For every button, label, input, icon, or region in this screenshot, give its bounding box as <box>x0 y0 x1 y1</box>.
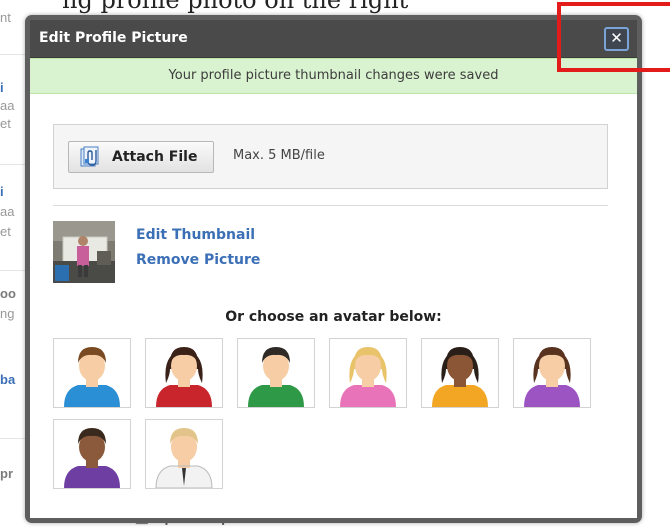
success-message: Your profile picture thumbnail changes w… <box>30 58 637 94</box>
avatar-woman-red-shirt[interactable] <box>145 338 223 408</box>
background-fragment: ng <box>0 306 15 321</box>
close-button-highlight <box>557 2 670 72</box>
avatar-man-purple-shirt[interactable] <box>53 419 131 489</box>
avatar-man-green-shirt[interactable] <box>237 338 315 408</box>
person-icon <box>432 347 488 407</box>
person-icon <box>64 347 120 407</box>
remove-picture-link[interactable]: Remove Picture <box>136 252 260 268</box>
background-fragment: pr <box>0 466 13 481</box>
avatar-woman-purple-shirt[interactable] <box>513 338 591 408</box>
avatar-man-white-shirt[interactable] <box>145 419 223 489</box>
dialog-title: Edit Profile Picture <box>39 30 188 46</box>
background-fragment: ba <box>0 372 16 387</box>
background-fragment: aa <box>0 98 15 113</box>
background-fragment: et <box>0 224 11 239</box>
person-icon <box>340 347 396 407</box>
section-divider <box>53 205 608 206</box>
person-icon <box>156 347 212 407</box>
attach-file-panel: Attach File Max. 5 MB/file <box>53 124 608 189</box>
attach-file-button[interactable]: Attach File <box>68 141 214 173</box>
attach-file-label: Attach File <box>112 149 198 165</box>
background-fragment: i <box>0 80 4 95</box>
avatar-woman-pink-shirt[interactable] <box>329 338 407 408</box>
attach-file-hint: Max. 5 MB/file <box>233 148 325 163</box>
edit-profile-picture-dialog: Edit Profile Picture ✕ Your profile pict… <box>25 15 642 523</box>
person-icon <box>248 347 304 407</box>
person-icon <box>524 347 580 407</box>
current-profile-thumbnail <box>53 221 115 283</box>
background-fragment: oo <box>0 286 16 301</box>
attach-file-icon <box>80 146 104 168</box>
background-fragment: i <box>0 184 4 199</box>
edit-thumbnail-link[interactable]: Edit Thumbnail <box>136 227 255 243</box>
person-icon <box>64 428 120 488</box>
background-fragment: nt <box>0 10 11 25</box>
background-heading-fragment: ng profile photo on the right <box>62 0 409 14</box>
person-icon <box>155 428 213 488</box>
background-fragment: et <box>0 116 11 131</box>
background-fragment: aa <box>0 204 15 219</box>
dialog-body: Edit Profile Picture ✕ Your profile pict… <box>30 20 637 518</box>
avatar-man-blue-shirt[interactable] <box>53 338 131 408</box>
dialog-header: Edit Profile Picture ✕ <box>30 20 637 58</box>
avatar-heading: Or choose an avatar below: <box>225 309 442 325</box>
avatar-woman-orange-shirt[interactable] <box>421 338 499 408</box>
